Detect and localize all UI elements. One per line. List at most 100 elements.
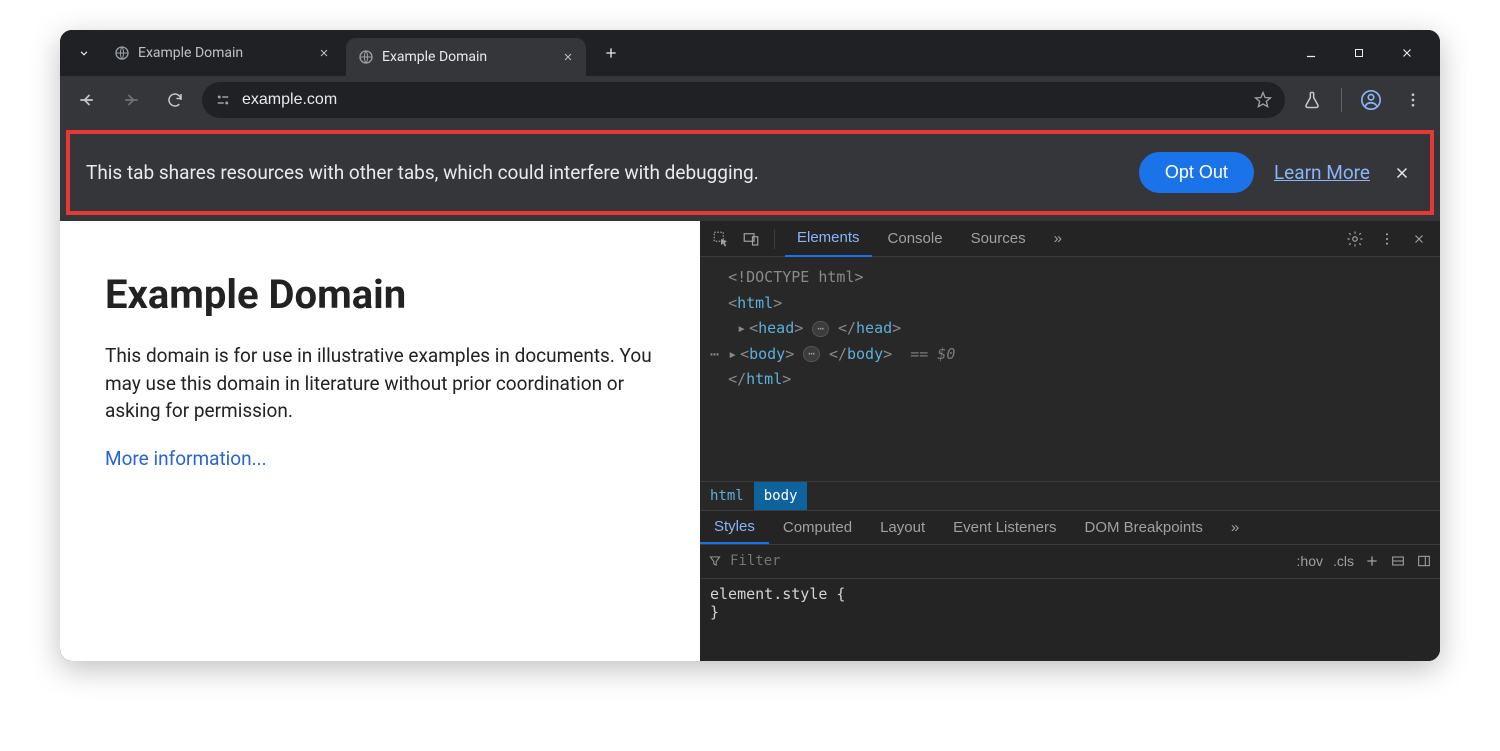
tab-close-button[interactable] (560, 49, 576, 65)
hov-toggle[interactable]: :hov (1297, 553, 1323, 569)
page-paragraph: This domain is for use in illustrative e… (105, 342, 655, 425)
dom-breadcrumb: html body (700, 481, 1440, 511)
dom-doctype[interactable]: <!DOCTYPE html> (710, 265, 1430, 291)
minimize-button[interactable] (1296, 38, 1326, 68)
learn-more-link[interactable]: Learn More (1274, 161, 1370, 184)
info-bar-message: This tab shares resources with other tab… (86, 161, 1119, 184)
styles-tabs: Styles Computed Layout Event Listeners D… (700, 511, 1440, 545)
browser-window: Example Domain Example Domain (60, 30, 1440, 661)
devtools-tab-sources[interactable]: Sources (959, 221, 1038, 257)
close-icon (562, 51, 574, 63)
devtools-tab-elements[interactable]: Elements (785, 221, 872, 257)
new-style-rule-button[interactable] (1364, 553, 1380, 569)
new-tab-button[interactable] (596, 38, 626, 68)
close-window-button[interactable] (1392, 38, 1422, 68)
info-bar: This tab shares resources with other tab… (66, 130, 1434, 215)
computed-sidebar-button[interactable] (1416, 553, 1432, 569)
star-icon[interactable] (1253, 90, 1273, 110)
toolbar-right (1295, 83, 1430, 117)
devtools-tab-more[interactable]: » (1042, 221, 1074, 257)
menu-button[interactable] (1396, 83, 1430, 117)
url-input[interactable] (242, 91, 1243, 109)
close-icon (1412, 232, 1426, 246)
window-controls (1296, 38, 1430, 68)
arrow-left-icon (77, 90, 97, 110)
close-icon (1400, 46, 1414, 60)
toolbar (60, 76, 1440, 124)
content-area: Example Domain This domain is for use in… (60, 221, 1440, 661)
globe-icon (358, 49, 374, 65)
dom-body[interactable]: ⋯ ▸<body> ⋯ </body> == $0 (710, 342, 1430, 368)
flexbox-overlay-button[interactable] (1390, 553, 1406, 569)
page-heading: Example Domain (105, 271, 655, 318)
breadcrumb-html[interactable]: html (700, 482, 754, 510)
separator (774, 229, 775, 249)
styles-filter-input[interactable] (730, 553, 1289, 569)
reload-icon (166, 91, 184, 109)
globe-icon (114, 45, 130, 61)
omnibox[interactable] (202, 82, 1285, 118)
flask-icon (1302, 90, 1322, 110)
plus-icon (603, 45, 619, 61)
chevron-down-icon (77, 46, 91, 60)
more-information-link[interactable]: More information... (105, 447, 267, 470)
dom-tree[interactable]: <!DOCTYPE html> <html> ▸<head> ⋯ </head>… (700, 257, 1440, 481)
opt-out-button[interactable]: Opt Out (1139, 152, 1254, 193)
styles-tab-layout[interactable]: Layout (866, 511, 939, 544)
arrow-right-icon (121, 90, 141, 110)
flex-icon (1390, 553, 1406, 569)
plus-icon (1364, 553, 1380, 569)
divider (1341, 88, 1342, 112)
style-rule-close: } (710, 603, 1430, 621)
close-icon (1393, 164, 1411, 182)
page-content: Example Domain This domain is for use in… (60, 221, 700, 661)
tab-inactive[interactable]: Example Domain (102, 34, 342, 72)
dom-html-open[interactable]: <html> (710, 291, 1430, 317)
devtools-toolbar: Elements Console Sources » (700, 221, 1440, 257)
devtools-settings-button[interactable] (1342, 226, 1368, 252)
tab-search-button[interactable] (70, 39, 98, 67)
styles-tab-computed[interactable]: Computed (769, 511, 866, 544)
info-bar-close-button[interactable] (1390, 161, 1414, 185)
inspect-element-button[interactable] (708, 226, 734, 252)
styles-tab-styles[interactable]: Styles (700, 511, 769, 544)
maximize-button[interactable] (1344, 38, 1374, 68)
style-rule-open: element.style { (710, 585, 1430, 603)
tab-title: Example Domain (382, 49, 552, 65)
dom-html-close[interactable]: </html> (710, 367, 1430, 393)
device-toolbar-button[interactable] (738, 226, 764, 252)
close-icon (318, 47, 330, 59)
styles-tab-events[interactable]: Event Listeners (939, 511, 1070, 544)
profile-icon (1360, 89, 1382, 111)
site-settings-icon[interactable] (214, 91, 232, 109)
inspect-icon (712, 230, 730, 248)
reload-button[interactable] (158, 83, 192, 117)
styles-tab-dom-breakpoints[interactable]: DOM Breakpoints (1071, 511, 1217, 544)
devtools-menu-button[interactable] (1374, 226, 1400, 252)
profile-button[interactable] (1354, 83, 1388, 117)
tab-active[interactable]: Example Domain (346, 38, 586, 76)
styles-tab-more[interactable]: » (1217, 511, 1253, 544)
forward-button[interactable] (114, 83, 148, 117)
filter-icon (708, 554, 722, 568)
info-bar-container: This tab shares resources with other tab… (60, 124, 1440, 221)
tab-strip: Example Domain Example Domain (60, 30, 1440, 76)
maximize-icon (1353, 47, 1365, 59)
breadcrumb-body[interactable]: body (754, 482, 808, 510)
tab-close-button[interactable] (316, 45, 332, 61)
minimize-icon (1304, 46, 1318, 60)
dom-head[interactable]: ▸<head> ⋯ </head> (710, 316, 1430, 342)
devtools-close-button[interactable] (1406, 226, 1432, 252)
panel-icon (1416, 553, 1432, 569)
kebab-icon (1404, 91, 1422, 109)
labs-button[interactable] (1295, 83, 1329, 117)
devtools-tab-console[interactable]: Console (876, 221, 955, 257)
devtools: Elements Console Sources » <!DOCTYPE htm… (700, 221, 1440, 661)
gear-icon (1346, 230, 1364, 248)
styles-body[interactable]: element.style { } (700, 579, 1440, 627)
kebab-icon (1379, 231, 1395, 247)
back-button[interactable] (70, 83, 104, 117)
cls-toggle[interactable]: .cls (1333, 553, 1354, 569)
styles-filter-bar: :hov .cls (700, 545, 1440, 579)
tab-title: Example Domain (138, 45, 308, 61)
